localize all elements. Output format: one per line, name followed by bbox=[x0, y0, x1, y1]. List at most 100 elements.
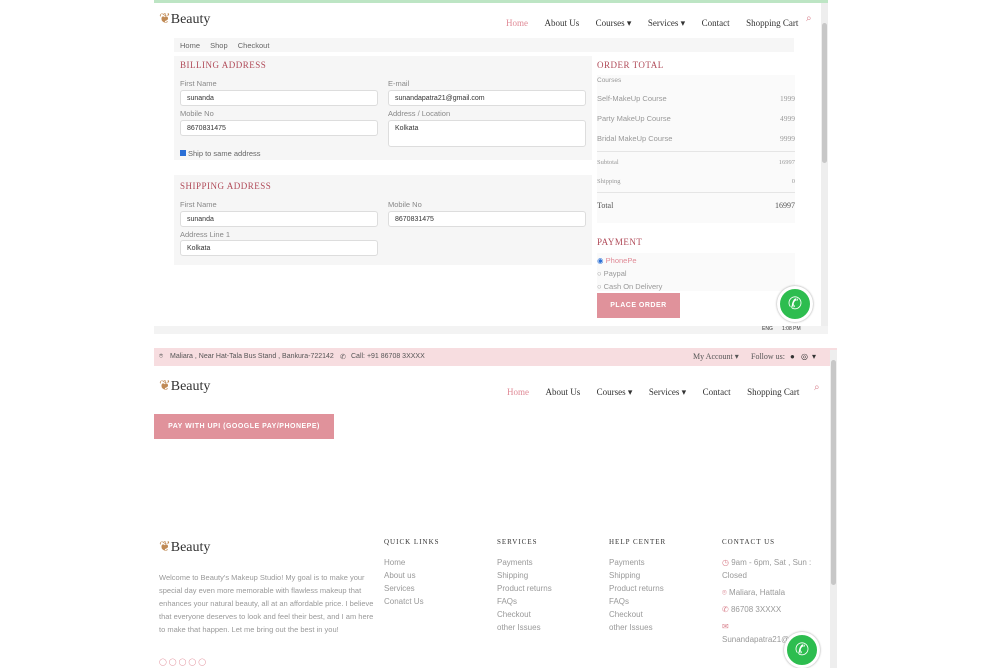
contact-phone[interactable]: ✆ 86708 3XXXX bbox=[722, 603, 827, 616]
footer-help-center: HELP CENTER Payments Shipping Product re… bbox=[609, 538, 666, 634]
order-total-header: Courses bbox=[597, 77, 622, 84]
search-icon[interactable]: ⌕ bbox=[814, 382, 820, 393]
order-item: Party MakeUp Course 4999 bbox=[597, 114, 795, 123]
checkbox-checked-icon[interactable] bbox=[180, 150, 186, 156]
quick-links-title: QUICK LINKS bbox=[384, 538, 440, 546]
brand-logo[interactable]: ❦Beauty bbox=[159, 378, 210, 395]
footer-link[interactable]: Home bbox=[384, 556, 440, 569]
radio-selected-icon[interactable]: ◉ bbox=[597, 256, 604, 265]
nav-courses[interactable]: Courses ▾ bbox=[596, 18, 632, 28]
billing-first-name-input[interactable]: sunanda bbox=[180, 90, 378, 106]
shipping-address1-input[interactable]: Kolkata bbox=[180, 240, 378, 256]
pay-with-upi-button[interactable]: PAY WITH UPI (GOOGLE PAY/PHONEPE) bbox=[154, 414, 334, 439]
shipping-row: Shipping 0 bbox=[597, 178, 795, 185]
youtube-icon[interactable]: ◯ bbox=[198, 659, 206, 666]
radio-icon[interactable]: ○ bbox=[597, 282, 602, 291]
payment-option-cod[interactable]: ○ Cash On Delivery bbox=[597, 282, 662, 291]
payment-option-paypal[interactable]: ○ Paypal bbox=[597, 269, 627, 278]
twitter-icon[interactable]: ▾ bbox=[812, 352, 816, 361]
nav-home[interactable]: Home bbox=[506, 18, 528, 28]
footer-services: SERVICES Payments Shipping Product retur… bbox=[497, 538, 552, 634]
footer-link[interactable]: Services bbox=[384, 582, 440, 595]
billing-mobile-input[interactable]: 8670831475 bbox=[180, 120, 378, 136]
checkout-window: ❦Beauty Home About Us Courses ▾ Services… bbox=[154, 0, 828, 333]
taskbar-lang[interactable]: ENG bbox=[762, 326, 773, 332]
billing-email-input[interactable]: sunandapatra21@gmail.com bbox=[388, 90, 586, 106]
top-info-bar: ⌾ Maliara , Near Hat-Tala Bus Stand , Ba… bbox=[154, 348, 837, 366]
breadcrumb-home[interactable]: Home bbox=[180, 41, 200, 50]
billing-address-textarea[interactable]: Kolkata bbox=[388, 120, 586, 147]
divider bbox=[597, 192, 795, 193]
facebook-icon[interactable]: ● bbox=[790, 352, 795, 361]
taskbar: ENG 1:08 PM bbox=[154, 326, 828, 334]
payment-title: PAYMENT bbox=[597, 237, 643, 247]
nav-cart[interactable]: Shopping Cart bbox=[747, 387, 799, 397]
nav-services[interactable]: Services ▾ bbox=[649, 387, 686, 397]
twitter-icon[interactable]: ◯ bbox=[169, 659, 177, 666]
footer-link[interactable]: Shipping bbox=[609, 569, 666, 582]
contact-title: CONTACT US bbox=[722, 538, 776, 546]
services-title: SERVICES bbox=[497, 538, 538, 546]
whatsapp-icon[interactable]: ✆ bbox=[777, 286, 813, 322]
clock-icon: ◷ bbox=[722, 558, 729, 567]
leaf-icon: ❦ bbox=[159, 12, 171, 27]
search-icon[interactable]: ⌕ bbox=[806, 13, 812, 24]
footer-link[interactable]: About us bbox=[384, 569, 440, 582]
instagram-icon[interactable]: ◎ bbox=[801, 352, 808, 361]
footer-link[interactable]: Shipping bbox=[497, 569, 552, 582]
place-order-button[interactable]: PLACE ORDER bbox=[597, 293, 680, 318]
footer-logo[interactable]: ❦Beauty bbox=[159, 539, 210, 556]
contact-location: ⌾ Maliara, Hattala bbox=[722, 588, 786, 597]
top-call[interactable]: Call: +91 86708 3XXXX bbox=[351, 353, 425, 360]
shipping-address1-label: Address Line 1 bbox=[180, 230, 231, 239]
footer-link[interactable]: other Issues bbox=[609, 621, 666, 634]
nav-about[interactable]: About Us bbox=[544, 18, 579, 28]
order-total-title: ORDER TOTAL bbox=[597, 60, 664, 70]
footer-link[interactable]: FAQs bbox=[609, 595, 666, 608]
pinterest-icon[interactable]: ◯ bbox=[179, 659, 187, 666]
nav-contact[interactable]: Contact bbox=[702, 18, 730, 28]
shipping-mobile-label: Mobile No bbox=[388, 200, 422, 209]
shipping-first-name-input[interactable]: sunanda bbox=[180, 211, 378, 227]
order-item: Self-MakeUp Course 1999 bbox=[597, 94, 795, 103]
brand-logo[interactable]: ❦Beauty bbox=[159, 11, 210, 28]
shipping-mobile-input[interactable]: 8670831475 bbox=[388, 211, 586, 227]
scrollbar-thumb[interactable] bbox=[831, 360, 836, 585]
phone-icon: ✆ bbox=[340, 354, 346, 361]
taskbar-time[interactable]: 1:08 PM bbox=[782, 326, 801, 332]
location-icon: ⌾ bbox=[722, 588, 727, 597]
footer-link[interactable]: Product returns bbox=[609, 582, 666, 595]
nav-contact[interactable]: Contact bbox=[703, 387, 731, 397]
main-nav: Home About Us Courses ▾ Services ▾ Conta… bbox=[495, 382, 799, 400]
nav-home[interactable]: Home bbox=[507, 387, 529, 397]
scrollbar-thumb[interactable] bbox=[822, 23, 827, 163]
footer-link[interactable]: FAQs bbox=[497, 595, 552, 608]
breadcrumb-shop[interactable]: Shop bbox=[210, 41, 228, 50]
radio-icon[interactable]: ○ bbox=[597, 269, 602, 278]
nav-services[interactable]: Services ▾ bbox=[648, 18, 685, 28]
footer-link[interactable]: Conatct Us bbox=[384, 595, 440, 608]
breadcrumb-checkout: Checkout bbox=[237, 41, 270, 50]
instagram-icon[interactable]: ◯ bbox=[188, 659, 196, 666]
mail-icon: ✉ bbox=[722, 622, 729, 631]
footer-link[interactable]: Checkout bbox=[609, 608, 666, 621]
footer-link[interactable]: Payments bbox=[497, 556, 552, 569]
footer-link[interactable]: other Issues bbox=[497, 621, 552, 634]
divider bbox=[597, 151, 795, 152]
footer-link[interactable]: Payments bbox=[609, 556, 666, 569]
footer-about: Welcome to Beauty's Makeup Studio! My go… bbox=[159, 573, 374, 634]
my-account-dropdown[interactable]: My Account ▾ bbox=[693, 352, 739, 361]
nav-cart[interactable]: Shopping Cart bbox=[746, 18, 798, 28]
nav-courses[interactable]: Courses ▾ bbox=[597, 387, 633, 397]
billing-email-label: E-mail bbox=[388, 79, 410, 88]
upi-window: ⌾ Maliara , Near Hat-Tala Bus Stand , Ba… bbox=[154, 340, 837, 668]
facebook-icon[interactable]: ◯ bbox=[159, 659, 167, 666]
footer-link[interactable]: Checkout bbox=[497, 608, 552, 621]
ship-same-checkbox[interactable]: Ship to same address bbox=[180, 149, 261, 158]
nav-about[interactable]: About Us bbox=[545, 387, 580, 397]
shipping-title: SHIPPING ADDRESS bbox=[180, 181, 272, 191]
footer-link[interactable]: Product returns bbox=[497, 582, 552, 595]
phone-icon: ✆ bbox=[722, 605, 729, 614]
whatsapp-icon[interactable]: ✆ bbox=[784, 632, 820, 668]
payment-option-phonepe[interactable]: ◉ PhonePe bbox=[597, 256, 637, 265]
